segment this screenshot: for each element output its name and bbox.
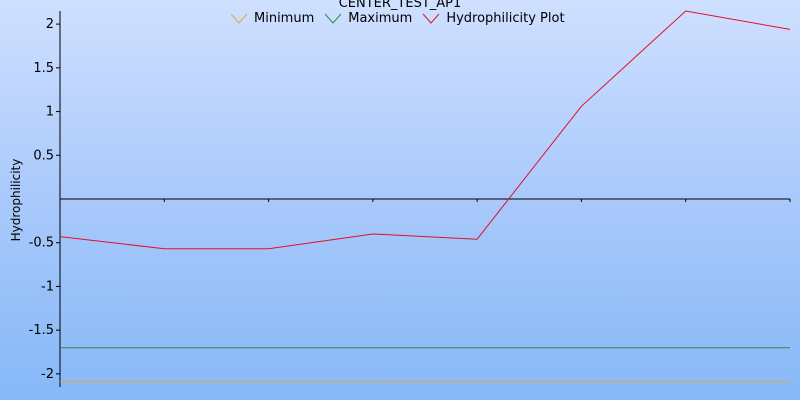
y-tick-label-2: 1	[46, 105, 54, 120]
chart: CENTER_TEST_AP1 Minimum Maximum Hydrophi…	[0, 0, 800, 400]
y-tick-label-5: -1	[41, 279, 54, 294]
y-tick-label-1: 1.5	[33, 61, 54, 76]
y-tick-label-4: -0.5	[29, 236, 54, 251]
y-tick-label-0: 2	[46, 17, 54, 32]
series-line-2	[59, 10, 791, 250]
y-tick-label-3: 0.5	[33, 148, 54, 163]
y-tick-label-7: -2	[41, 367, 54, 382]
plot-area: 2 1.5 1 0.5 -0.5 -1 -1.5 -2	[29, 10, 791, 387]
y-tick-label-6: -1.5	[29, 323, 54, 338]
